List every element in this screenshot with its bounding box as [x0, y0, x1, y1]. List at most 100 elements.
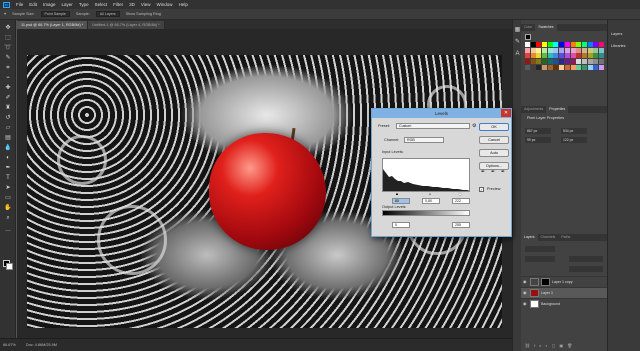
- white-eyedropper-icon[interactable]: ✒: [501, 169, 507, 175]
- eye-icon[interactable]: ◉: [523, 280, 528, 284]
- color-swatch[interactable]: [525, 53, 530, 59]
- color-swatch[interactable]: [536, 42, 542, 47]
- color-swatch[interactable]: [564, 64, 570, 70]
- fill-field[interactable]: [569, 266, 603, 272]
- color-swatch[interactable]: [576, 64, 582, 70]
- color-swatch[interactable]: [593, 47, 599, 53]
- prop-height[interactable]: 534 px: [561, 128, 587, 134]
- eraser-tool-icon[interactable]: ▱: [3, 124, 13, 132]
- layer-filter-select[interactable]: [525, 246, 555, 252]
- color-swatch[interactable]: [598, 42, 604, 47]
- color-swatch[interactable]: [525, 64, 530, 70]
- preset-options-icon[interactable]: ⚙: [472, 123, 476, 129]
- swatch-foreground-chip[interactable]: [525, 34, 531, 40]
- brush-tool-icon[interactable]: ✐: [3, 94, 13, 102]
- tab-channels[interactable]: Channels: [538, 234, 559, 241]
- input-black-field[interactable]: 85: [392, 198, 410, 204]
- gray-eyedropper-icon[interactable]: ✒: [491, 169, 497, 175]
- eyedropper-tool-icon[interactable]: ⌁: [3, 74, 13, 82]
- color-swatch[interactable]: [570, 53, 576, 59]
- color-swatch[interactable]: [570, 64, 576, 70]
- menu-edit[interactable]: Edit: [29, 2, 37, 7]
- pen-tool-icon[interactable]: ✒: [3, 164, 13, 172]
- color-swatch[interactable]: [559, 42, 565, 47]
- color-swatch[interactable]: [547, 53, 553, 59]
- menu-select[interactable]: Select: [95, 2, 108, 7]
- sample-size-select[interactable]: Point Sample: [40, 11, 70, 17]
- color-swatch[interactable]: [559, 53, 565, 59]
- color-swatch[interactable]: [593, 64, 599, 70]
- color-swatch[interactable]: [576, 47, 582, 53]
- show-sampling-ring-checkbox[interactable]: Show Sampling Ring: [126, 12, 161, 16]
- color-swatch[interactable]: [553, 53, 559, 59]
- shape-tool-icon[interactable]: ▭: [3, 194, 13, 202]
- color-swatch[interactable]: [530, 59, 536, 65]
- color-swatch[interactable]: [553, 64, 559, 70]
- preset-select[interactable]: Custom: [396, 123, 470, 129]
- color-swatch[interactable]: [593, 53, 599, 59]
- menu-window[interactable]: Window: [157, 2, 173, 7]
- color-swatch[interactable]: [553, 42, 559, 47]
- color-swatch[interactable]: [536, 47, 542, 53]
- color-swatch[interactable]: [587, 42, 593, 47]
- gamma-slider[interactable]: ▲: [428, 192, 432, 196]
- color-swatch[interactable]: [530, 47, 536, 53]
- color-swatch[interactable]: [542, 53, 548, 59]
- input-slider-track[interactable]: ▲ ▲ ▲: [382, 192, 470, 196]
- history-brush-icon[interactable]: ↺: [3, 114, 13, 122]
- color-swatch[interactable]: [547, 42, 553, 47]
- libraries-panel-button[interactable]: Libraries: [611, 44, 626, 48]
- output-gradient[interactable]: [382, 210, 470, 216]
- channel-select[interactable]: RGB: [404, 137, 444, 143]
- menu-image[interactable]: Image: [43, 2, 56, 7]
- color-swatch[interactable]: [576, 53, 582, 59]
- layer-footer-icons[interactable]: ⛓fx◐▢▣🗑: [525, 343, 603, 349]
- ok-button[interactable]: OK: [479, 123, 509, 131]
- color-swatch[interactable]: [598, 59, 604, 65]
- tab-paths[interactable]: Paths: [558, 234, 573, 241]
- color-swatch[interactable]: [530, 53, 536, 59]
- color-swatch[interactable]: [547, 47, 553, 53]
- color-swatch[interactable]: [570, 59, 576, 65]
- blur-tool-icon[interactable]: 💧: [3, 144, 13, 152]
- layers-panel-button[interactable]: Layers: [611, 32, 622, 36]
- color-swatch[interactable]: [564, 42, 570, 47]
- color-swatch[interactable]: [559, 47, 565, 53]
- color-swatch[interactable]: [559, 59, 565, 65]
- background-color-swatch[interactable]: [6, 263, 13, 270]
- color-swatch[interactable]: [525, 47, 530, 53]
- color-swatch[interactable]: [593, 59, 599, 65]
- tab-adjustments[interactable]: Adjustments: [521, 106, 546, 113]
- prop-width[interactable]: 867 px: [525, 128, 551, 134]
- cancel-button[interactable]: Cancel: [479, 136, 509, 144]
- color-swatch[interactable]: [576, 59, 582, 65]
- color-swatch[interactable]: [536, 59, 542, 65]
- color-swatch[interactable]: [559, 64, 565, 70]
- layer-name[interactable]: Background: [541, 302, 560, 306]
- color-swatch[interactable]: [581, 42, 587, 47]
- color-swatch[interactable]: [542, 64, 548, 70]
- zoom-level[interactable]: 66.67%: [3, 343, 16, 347]
- more-tools-icon[interactable]: …: [3, 226, 13, 234]
- color-swatch[interactable]: [530, 42, 536, 47]
- swatch-grid[interactable]: [525, 42, 605, 70]
- color-swatch[interactable]: [587, 64, 593, 70]
- output-white-field[interactable]: 255: [452, 222, 470, 228]
- color-swatch[interactable]: [581, 59, 587, 65]
- tab-swatches[interactable]: Swatches: [535, 24, 557, 31]
- color-swatch[interactable]: [581, 47, 587, 53]
- preview-checkbox[interactable]: ✓: [479, 187, 484, 192]
- color-swatch[interactable]: [564, 47, 570, 53]
- color-swatch[interactable]: [564, 59, 570, 65]
- menu-help[interactable]: Help: [179, 2, 188, 7]
- menu-type[interactable]: Type: [79, 2, 89, 7]
- gradient-tool-icon[interactable]: ▤: [3, 134, 13, 142]
- menu-file[interactable]: File: [16, 2, 23, 7]
- healing-tool-icon[interactable]: ✚: [3, 84, 13, 92]
- menu-filter[interactable]: Filter: [113, 2, 123, 7]
- black-point-slider[interactable]: ▲: [395, 192, 399, 196]
- tab-layers[interactable]: Layers: [521, 234, 538, 241]
- white-point-slider[interactable]: ▲: [458, 192, 462, 196]
- crop-tool-icon[interactable]: ⌗: [3, 64, 13, 72]
- marquee-tool-icon[interactable]: ⬚: [3, 34, 13, 42]
